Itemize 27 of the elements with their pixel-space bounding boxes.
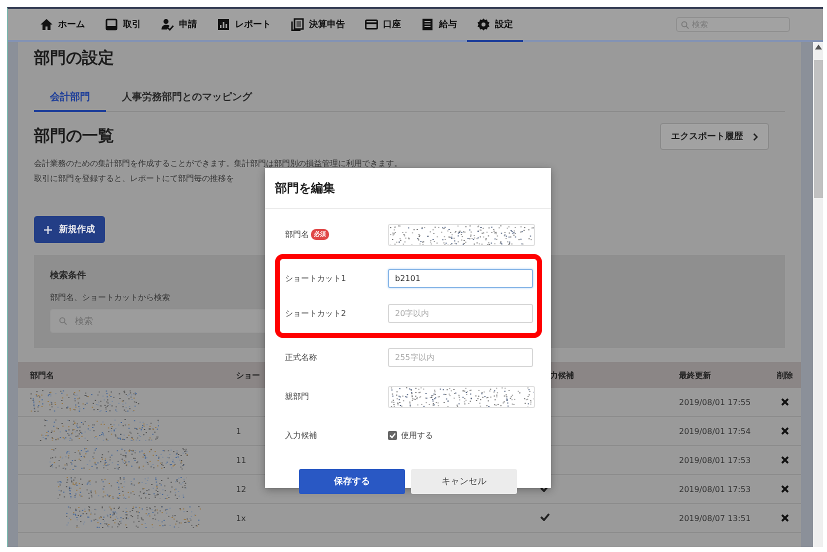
table-cell: 2019/08/01 17:54 [679,426,751,436]
table-cell: 2019/08/01 17:53 [679,484,751,494]
table-cell: 2019/08/01 17:55 [679,398,751,406]
table-cell: 12 [236,484,246,494]
field-label: ショートカット1 [285,273,346,284]
checkbox-label: 使用する [401,430,433,441]
column-header: ショー [236,370,261,380]
field-label: 部門名 [285,229,309,240]
description-text: 会計業務のための集計部門を作成することができます。集計部門は部門別の損益管理に利用できます。 [34,158,402,170]
table-cell: 11 [236,456,246,464]
table-cell: 1 [236,426,242,436]
column-header: 最終更新 [679,370,712,380]
field-label: 正式名称 [285,352,317,363]
column-header: 削除 [776,370,794,380]
page-title: 部門の設定 [34,48,115,69]
section-title: 部門の一覧 [34,126,114,147]
table-cell: 2019/08/07 13:51 [679,514,751,522]
field-label: 親部門 [285,391,309,402]
panel-title: 検索条件 [50,269,86,282]
table-cell: 2019/08/01 17:53 [679,456,751,464]
dialog-title: 部門を編集 [265,168,551,209]
field-label: 入力候補 [285,430,317,441]
field-label: 部門名、ショートカットから検索 [50,292,170,303]
field-label: ショートカット2 [285,308,346,319]
table-cell: 1x [236,514,246,522]
description-text: 取引に部門を登録すると、レポートにて部門毎の推移を [34,173,234,185]
column-header: 部門名 [29,370,55,380]
